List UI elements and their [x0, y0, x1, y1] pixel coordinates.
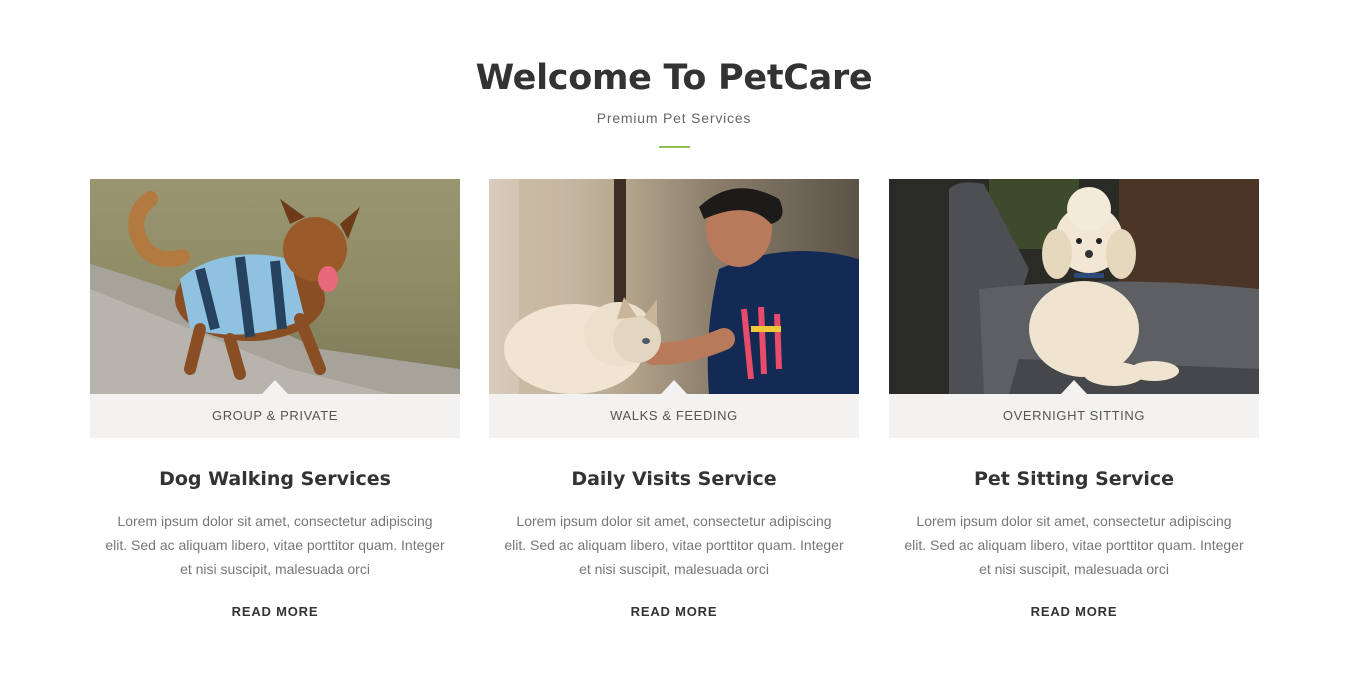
read-more-link[interactable]: READ MORE	[889, 604, 1259, 619]
service-title: Dog Walking Services	[159, 468, 391, 490]
service-card-daily-visits: WALKS & FEEDING Daily Visits Service Lor…	[489, 179, 859, 639]
dog-running-photo[interactable]	[90, 179, 460, 394]
services-section: Welcome To PetCare Premium Pet Services	[0, 0, 1348, 677]
service-description: Lorem ipsum dolor sit amet, consectetur …	[105, 513, 445, 577]
service-card-dog-walking: GROUP & PRIVATE Dog Walking Services Lor…	[90, 179, 460, 639]
title-divider	[659, 146, 690, 148]
poodle-on-chair-photo[interactable]	[889, 179, 1259, 394]
service-description: Lorem ipsum dolor sit amet, consectetur …	[504, 513, 844, 577]
service-tag: WALKS & FEEDING	[489, 394, 859, 438]
man-with-cat-photo[interactable]	[489, 179, 859, 394]
service-card-pet-sitting: OVERNIGHT SITTING Pet Sitting Service Lo…	[889, 179, 1259, 639]
tag-notch	[262, 380, 288, 394]
service-description: Lorem ipsum dolor sit amet, consectetur …	[904, 513, 1244, 577]
section-subtitle: Premium Pet Services	[596, 110, 752, 126]
read-more-link[interactable]: READ MORE	[90, 604, 460, 619]
tag-notch	[1061, 380, 1087, 394]
read-more-link[interactable]: READ MORE	[489, 604, 859, 619]
service-title: Pet Sitting Service	[973, 468, 1175, 490]
tag-notch	[661, 380, 687, 394]
service-title: Daily Visits Service	[571, 468, 777, 490]
section-title: Welcome To PetCare	[475, 58, 873, 98]
service-tag: OVERNIGHT SITTING	[889, 394, 1259, 438]
service-tag: GROUP & PRIVATE	[90, 394, 460, 438]
